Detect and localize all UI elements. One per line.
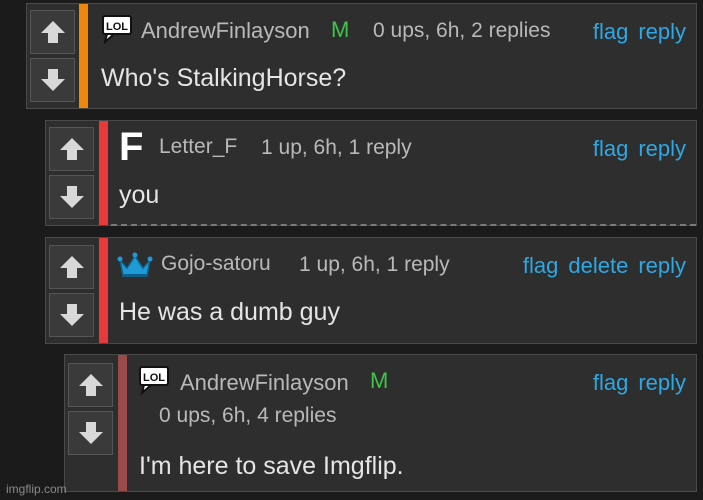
comment-text: you xyxy=(119,181,160,209)
comment-actions: flag delete reply xyxy=(523,253,686,279)
comment: Gojo-satoru 1 up, 6h, 1 reply flag delet… xyxy=(45,237,697,344)
vote-column xyxy=(46,121,97,225)
delete-link[interactable]: delete xyxy=(568,253,628,279)
username[interactable]: AndrewFinlayson xyxy=(141,18,310,44)
comment-header: Gojo-satoru 1 up, 6h, 1 reply flag delet… xyxy=(111,238,696,278)
downvote-button[interactable] xyxy=(30,58,75,102)
vote-column xyxy=(27,4,78,108)
mod-badge: M xyxy=(370,368,389,393)
vote-column xyxy=(65,355,116,491)
vote-column xyxy=(46,238,97,343)
comment-header: F Letter_F 1 up, 6h, 1 reply flag reply xyxy=(111,121,696,167)
comment-text: Who's StalkingHorse? xyxy=(101,64,347,92)
comment-actions: flag reply xyxy=(593,136,686,162)
comment-accent-bar xyxy=(79,4,88,108)
downvote-button[interactable] xyxy=(68,411,113,455)
upvote-button[interactable] xyxy=(49,127,94,171)
comment-accent-bar xyxy=(99,238,108,343)
reply-link[interactable]: reply xyxy=(638,19,686,45)
comment-content: LOL AndrewFinlayson M flag reply 0 ups, … xyxy=(130,355,696,491)
flag-link[interactable]: flag xyxy=(593,136,628,162)
comment-content: Gojo-satoru 1 up, 6h, 1 reply flag delet… xyxy=(111,238,696,343)
lol-speech-bubble-icon: LOL xyxy=(139,366,169,395)
lol-speech-bubble-icon: LOL xyxy=(102,15,132,44)
comment-meta: 0 ups, 6h, 2 replies xyxy=(373,19,551,42)
arrow-up-icon xyxy=(78,374,103,396)
crown-icon xyxy=(117,252,153,277)
arrow-down-icon xyxy=(59,303,84,326)
comment-actions: flag reply xyxy=(593,19,686,45)
reply-link[interactable]: reply xyxy=(638,370,686,396)
comment-text: I'm here to save Imgflip. xyxy=(139,452,404,480)
comment-actions: flag reply xyxy=(593,370,686,396)
reply-link[interactable]: reply xyxy=(638,136,686,162)
upvote-button[interactable] xyxy=(49,244,94,289)
comment-header: LOL AndrewFinlayson M flag reply xyxy=(130,355,696,395)
username[interactable]: Gojo-satoru xyxy=(161,252,271,276)
downvote-button[interactable] xyxy=(49,292,94,337)
reply-link[interactable]: reply xyxy=(638,253,686,279)
arrow-up-icon xyxy=(40,21,65,43)
mod-badge: M xyxy=(331,17,350,42)
dashed-divider xyxy=(111,224,696,226)
arrow-down-icon xyxy=(78,422,103,444)
comment-text: He was a dumb guy xyxy=(119,298,340,326)
comment-meta: 0 ups, 6h, 4 replies xyxy=(159,404,337,427)
comment: F Letter_F 1 up, 6h, 1 reply flag reply … xyxy=(45,120,697,226)
comment: LOL AndrewFinlayson M 0 ups, 6h, 2 repli… xyxy=(26,3,697,109)
username[interactable]: Letter_F xyxy=(159,135,237,159)
flag-link[interactable]: flag xyxy=(593,19,628,45)
watermark: imgflip.com xyxy=(6,482,67,496)
svg-text:LOL: LOL xyxy=(106,21,128,33)
flag-link[interactable]: flag xyxy=(523,253,558,279)
downvote-button[interactable] xyxy=(49,175,94,219)
upvote-button[interactable] xyxy=(30,10,75,54)
arrow-up-icon xyxy=(59,255,84,278)
upvote-button[interactable] xyxy=(68,363,113,407)
comment-meta: 1 up, 6h, 1 reply xyxy=(299,253,450,276)
arrow-down-icon xyxy=(40,69,65,91)
svg-text:LOL: LOL xyxy=(143,372,165,384)
comment-accent-bar xyxy=(99,121,108,225)
letter-f-icon: F xyxy=(119,125,144,169)
comment: LOL AndrewFinlayson M flag reply 0 ups, … xyxy=(64,354,697,492)
comment-content: F Letter_F 1 up, 6h, 1 reply flag reply … xyxy=(111,121,696,225)
comment-header: LOL AndrewFinlayson M 0 ups, 6h, 2 repli… xyxy=(91,4,696,44)
arrow-up-icon xyxy=(59,138,84,160)
arrow-down-icon xyxy=(59,186,84,208)
comment-content: LOL AndrewFinlayson M 0 ups, 6h, 2 repli… xyxy=(91,4,696,108)
username[interactable]: AndrewFinlayson xyxy=(180,370,349,396)
comment-meta: 1 up, 6h, 1 reply xyxy=(261,136,412,159)
flag-link[interactable]: flag xyxy=(593,370,628,396)
comment-accent-bar xyxy=(118,355,127,491)
